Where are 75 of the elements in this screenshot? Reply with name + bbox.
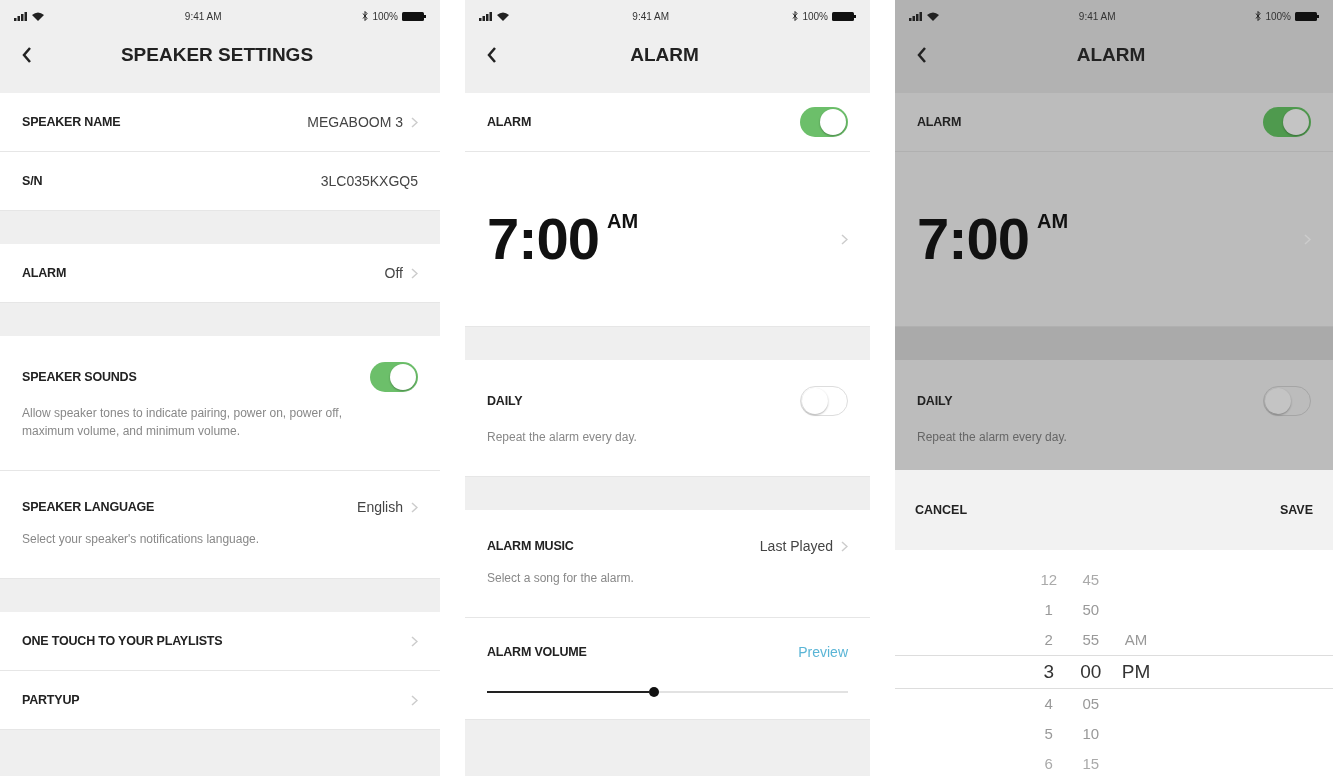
- wifi-icon: [927, 11, 939, 21]
- screen-title: ALARM: [629, 42, 700, 67]
- alarm-time: 7:00: [487, 210, 600, 268]
- setting-value: Last Played: [759, 537, 833, 556]
- setting-label: SPEAKER SOUNDS: [22, 368, 137, 386]
- setting-description: Allow speaker tones to indicate pairing, power on, power off, maximum volume, and minimum volume.: [22, 405, 343, 440]
- setting-label: ALARM: [22, 264, 67, 282]
- setting-label: DAILY: [917, 392, 953, 410]
- chevron-right-icon: [411, 694, 418, 706]
- toggle-switch[interactable]: [370, 362, 418, 392]
- setting-label: ONE TOUCH TO YOUR PLAYLISTS: [22, 632, 223, 650]
- toggle-switch[interactable]: [800, 107, 848, 137]
- setting-description: Select a song for the alarm.: [487, 570, 635, 587]
- settings-row[interactable]: ONE TOUCH TO YOUR PLAYLISTS: [0, 612, 440, 671]
- signal-icon: [14, 11, 28, 21]
- setting-label: ALARM: [487, 113, 532, 131]
- back-icon[interactable]: [917, 47, 927, 63]
- picker-option[interactable]: 3: [1043, 655, 1055, 689]
- bluetooth-icon: [362, 11, 369, 21]
- setting-description: Repeat the alarm every day.: [917, 429, 1068, 446]
- back-icon[interactable]: [22, 47, 32, 63]
- setting-value: MEGABOOM 3: [307, 112, 403, 132]
- chevron-right-icon: [411, 635, 418, 647]
- chevron-right-icon: [841, 541, 848, 552]
- battery-percent: 100%: [802, 9, 828, 24]
- screen-title: ALARM: [1075, 42, 1147, 67]
- setting-label: DAILY: [487, 392, 523, 410]
- setting-label: SPEAKER NAME: [22, 113, 121, 131]
- screen-title: SPEAKER SETTINGS: [119, 42, 315, 67]
- setting-label: PARTYUP: [22, 691, 80, 709]
- setting-description: Repeat the alarm every day.: [487, 429, 638, 446]
- slider-thumb[interactable]: [649, 687, 660, 697]
- back-icon[interactable]: [487, 47, 497, 63]
- settings-row[interactable]: ALARM Off: [0, 244, 440, 303]
- bluetooth-icon: [1255, 11, 1262, 21]
- chevron-right-icon: [841, 233, 848, 245]
- toggle-switch[interactable]: [1263, 107, 1311, 137]
- settings-row[interactable]: SPEAKER LANGUAGE English Select your speaker's notifications language.: [0, 471, 440, 579]
- signal-icon: [909, 11, 923, 21]
- time-period: AM: [607, 209, 639, 234]
- alarm-time: 7:00: [917, 210, 1030, 268]
- battery-icon: [832, 11, 856, 21]
- save-button[interactable]: SAVE: [1279, 500, 1313, 520]
- chevron-right-icon: [411, 116, 418, 128]
- settings-row[interactable]: SPEAKER NAME MEGABOOM 3: [0, 93, 440, 152]
- battery-percent: 100%: [372, 9, 398, 24]
- chevron-right-icon: [411, 267, 418, 279]
- setting-label: ALARM MUSIC: [487, 538, 574, 556]
- setting-label: ALARM VOLUME: [487, 644, 587, 662]
- battery-percent: 100%: [1265, 9, 1291, 24]
- battery-icon: [1295, 11, 1319, 21]
- picker-option[interactable]: 00: [1080, 655, 1102, 689]
- setting-value: Off: [384, 263, 403, 283]
- chevron-right-icon: [411, 502, 418, 513]
- settings-row[interactable]: PARTYUP: [0, 671, 440, 730]
- time-picker[interactable]: 12 1 2 3 4 5 6 45 50 55 00 05 10 15 AM PM: [895, 550, 1333, 776]
- settings-row[interactable]: ALARM MUSIC Last Played Select a song for the alarm.: [465, 510, 870, 618]
- status-time: 9:41 AM: [184, 9, 222, 24]
- setting-value: 3LC035KXGQ5: [320, 171, 418, 191]
- wifi-icon: [497, 11, 509, 21]
- picker-option[interactable]: PM: [1121, 655, 1151, 689]
- setting-value: English: [357, 498, 403, 517]
- setting-label: S/N: [22, 172, 43, 190]
- toggle-switch[interactable]: [1263, 386, 1311, 416]
- bluetooth-icon: [792, 11, 799, 21]
- status-time: 9:41 AM: [1078, 9, 1116, 24]
- status-time: 9:41 AM: [632, 9, 670, 24]
- time-period: AM: [1037, 209, 1069, 234]
- battery-icon: [402, 11, 426, 21]
- setting-label: SPEAKER LANGUAGE: [22, 499, 155, 517]
- setting-label: ALARM: [917, 113, 962, 131]
- signal-icon: [479, 11, 493, 21]
- setting-description: Select your speaker's notifications language.: [22, 531, 261, 548]
- wifi-icon: [32, 11, 44, 21]
- cancel-button[interactable]: CANCEL: [915, 500, 968, 520]
